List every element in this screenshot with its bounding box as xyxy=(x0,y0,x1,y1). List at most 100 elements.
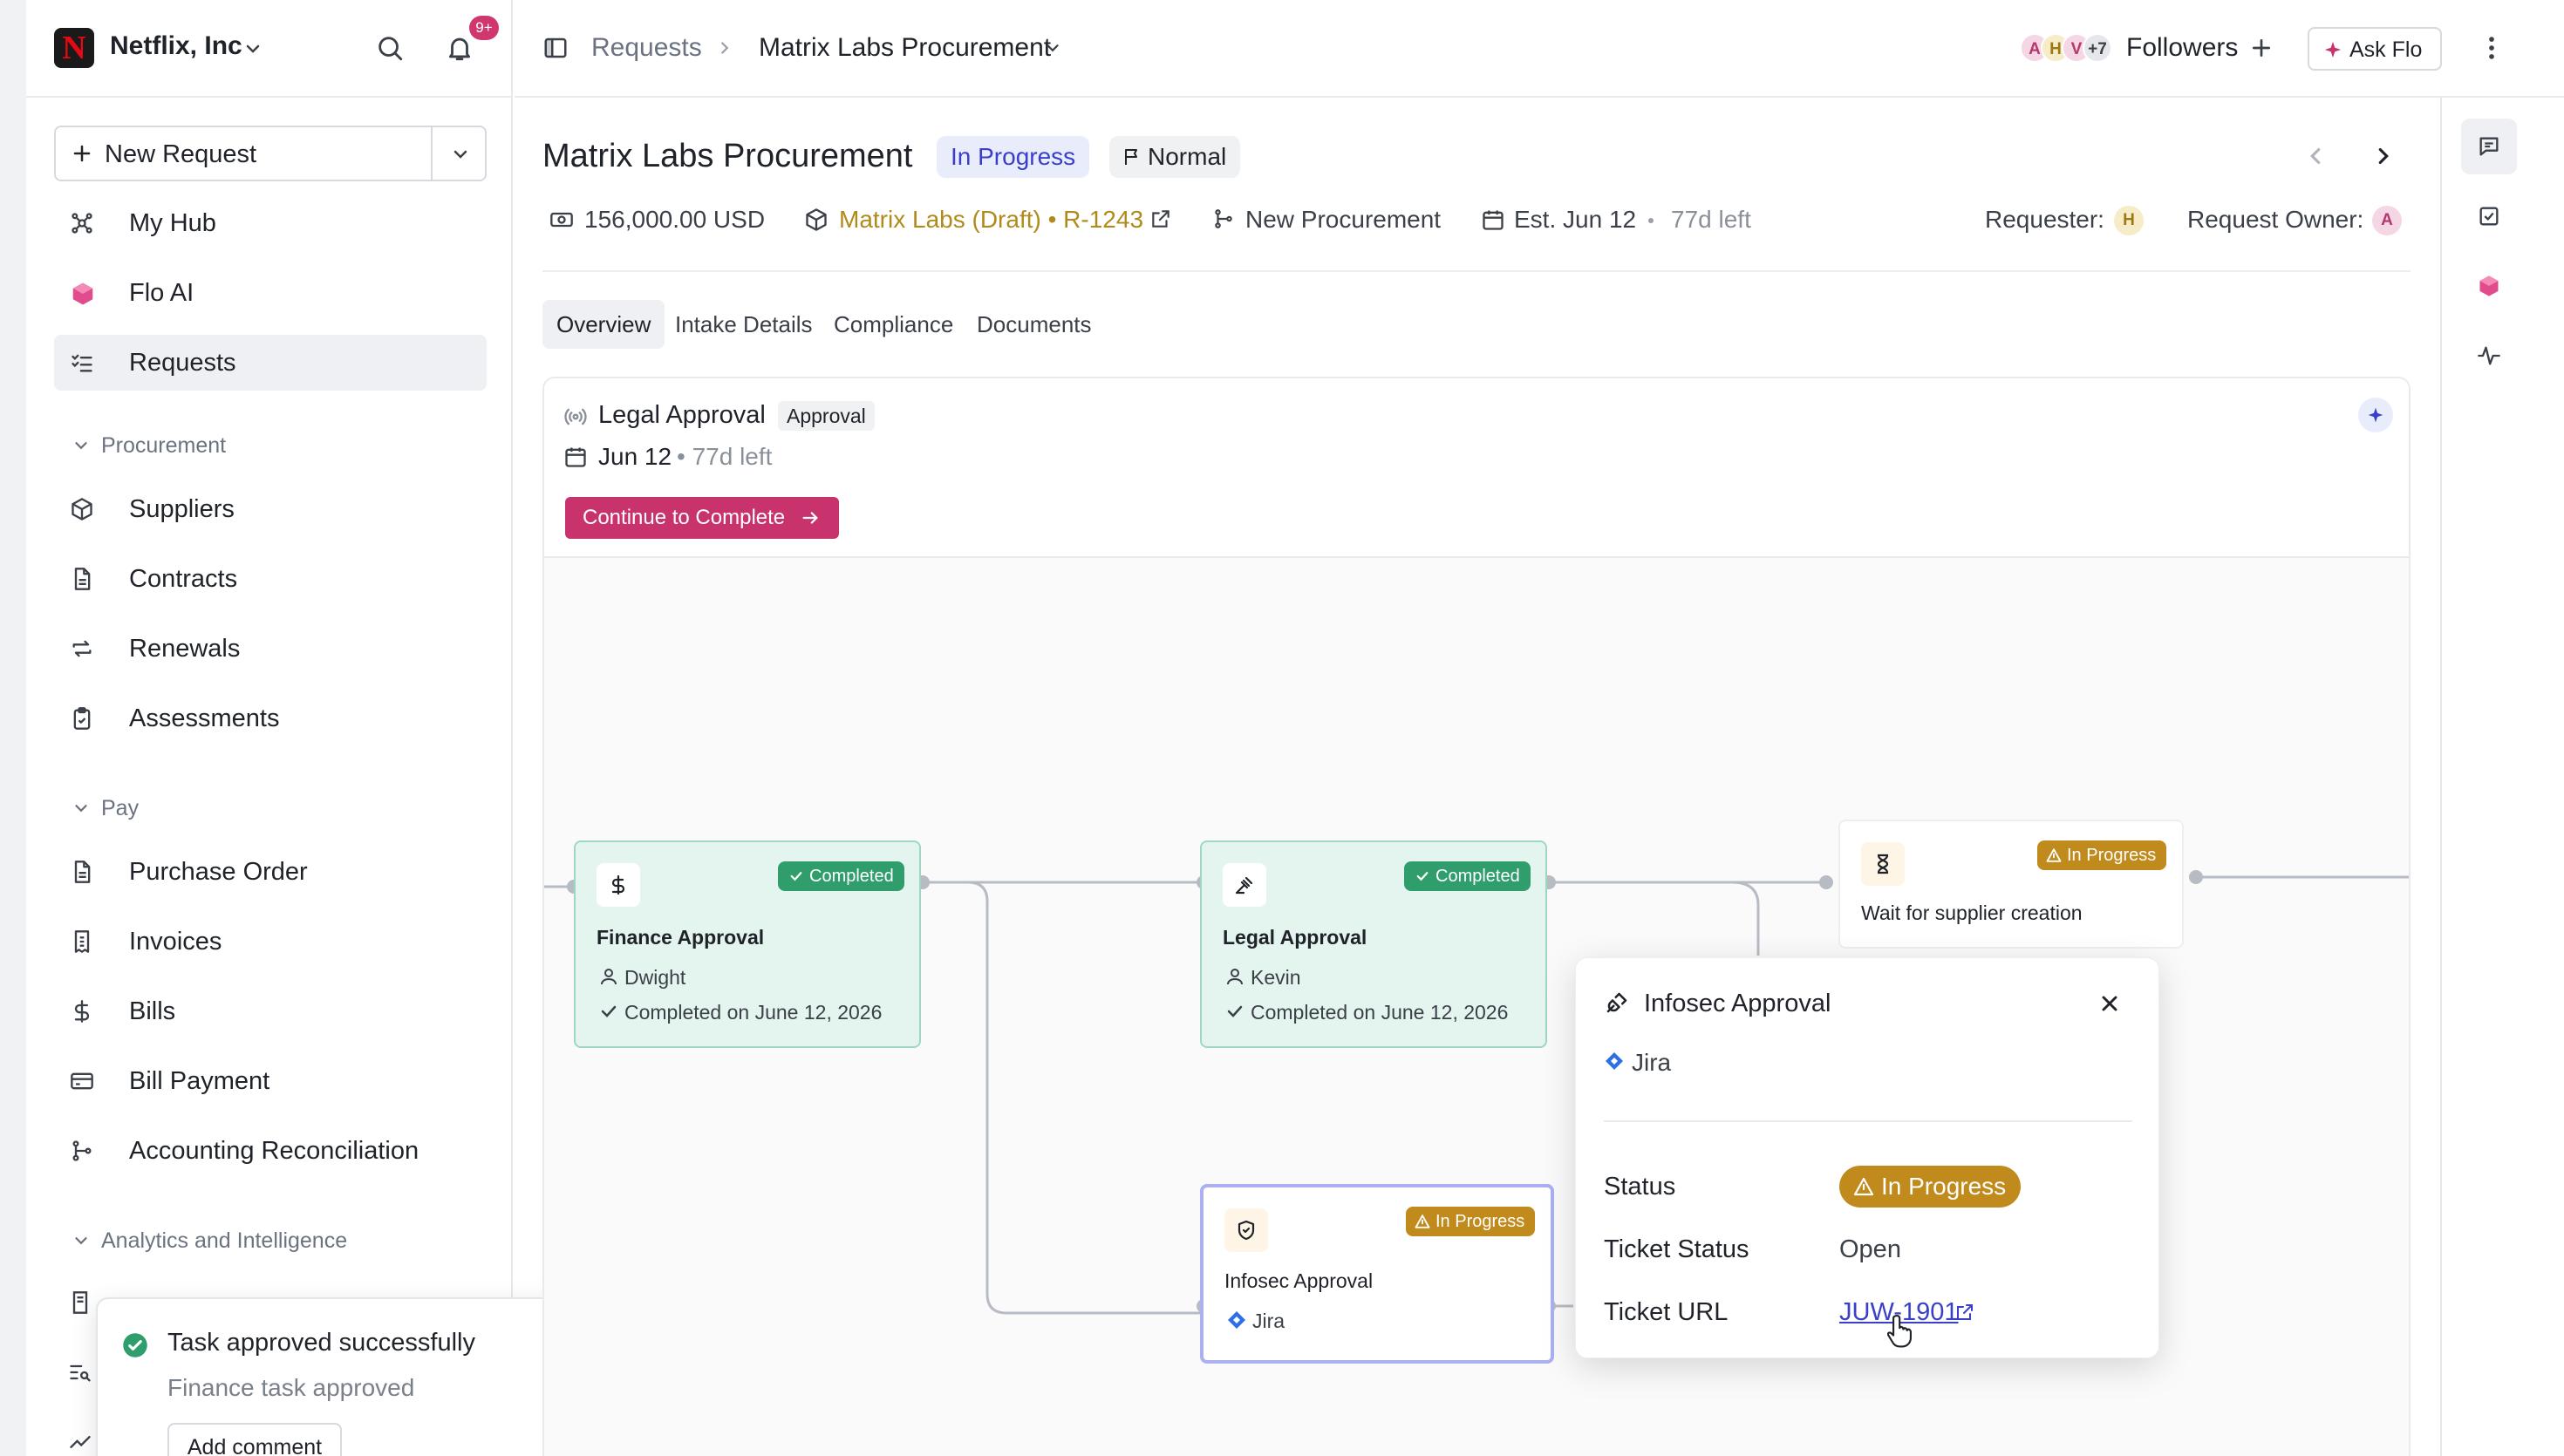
section-procurement[interactable]: Procurement xyxy=(101,433,226,459)
breadcrumb-current[interactable]: Matrix Labs Procurement xyxy=(759,33,1051,63)
toast-title: Task approved successfully xyxy=(167,1329,475,1357)
node-completed-date: Completed on June 12, 2026 xyxy=(624,1001,883,1024)
search-list-icon[interactable] xyxy=(68,1360,92,1385)
node-title: Finance Approval xyxy=(597,926,765,949)
add-follower-icon[interactable] xyxy=(2250,37,2273,59)
sidebar-item-purchase-order[interactable]: Purchase Order xyxy=(54,844,487,900)
status-badge: Completed xyxy=(1404,861,1531,891)
ticket-url-label: Ticket URL xyxy=(1604,1298,1729,1326)
sidebar-item-bill-payment[interactable]: Bill Payment xyxy=(54,1053,487,1109)
external-link-icon[interactable] xyxy=(1954,1302,1975,1323)
section-pay[interactable]: Pay xyxy=(101,796,139,821)
ticket-status-value: Open xyxy=(1839,1235,1901,1263)
check-icon xyxy=(788,868,804,884)
sidebar-item-label: Bill Payment xyxy=(129,1067,270,1095)
sidebar-item-flo-ai[interactable]: Flo AI xyxy=(54,265,487,321)
sidebar-item-my-hub[interactable]: My Hub xyxy=(54,195,487,251)
sidebar-toggle-icon[interactable] xyxy=(542,35,569,61)
sidebar-item-suppliers[interactable]: Suppliers xyxy=(54,481,487,537)
sidebar-item-assessments[interactable]: Assessments xyxy=(54,691,487,746)
trend-icon[interactable] xyxy=(68,1430,92,1454)
supplier-link[interactable]: Matrix Labs (Draft) • R-1243 xyxy=(839,206,1143,234)
credit-card-icon xyxy=(70,1069,94,1093)
sidebar-item-label: Invoices xyxy=(129,928,222,956)
sidebar-item-contracts[interactable]: Contracts xyxy=(54,551,487,607)
new-request-label: New Request xyxy=(105,140,257,168)
sidebar-item-invoices[interactable]: Invoices xyxy=(54,914,487,970)
followers-more[interactable]: +7 xyxy=(2083,33,2112,63)
tab-documents[interactable]: Documents xyxy=(963,300,1106,349)
rail-activity-button[interactable] xyxy=(2461,328,2517,384)
sidebar-item-label: Contracts xyxy=(129,565,238,593)
sidebar-item-accounting-reconciliation[interactable]: Accounting Reconciliation xyxy=(54,1123,487,1179)
node-source: Jira xyxy=(1252,1310,1285,1332)
followers-label[interactable]: Followers xyxy=(2126,33,2238,63)
requester-avatar[interactable]: H xyxy=(2114,206,2144,235)
flow-node-finance[interactable]: Completed Finance Approval Dwight Comple… xyxy=(574,840,921,1048)
check-icon xyxy=(1224,1001,1245,1022)
node-assignee: Dwight xyxy=(624,966,686,989)
new-request-button[interactable]: New Request xyxy=(54,126,487,181)
git-branch-icon xyxy=(1212,208,1235,230)
jira-icon xyxy=(1226,1310,1247,1330)
more-vertical-icon[interactable] xyxy=(2477,33,2506,63)
status-value: In Progress xyxy=(1881,1173,2007,1200)
rail-flo-button[interactable] xyxy=(2461,258,2517,314)
search-icon[interactable] xyxy=(375,33,405,63)
owner-avatar[interactable]: A xyxy=(2372,206,2402,235)
window-gutter xyxy=(0,0,26,1456)
hub-icon xyxy=(70,211,94,235)
sidebar-item-bills[interactable]: Bills xyxy=(54,983,487,1039)
sidebar-item-label: My Hub xyxy=(129,209,216,237)
sidebar-item-label: Accounting Reconciliation xyxy=(129,1137,419,1165)
chevron-left-icon[interactable] xyxy=(2302,143,2329,169)
sidebar-item-requests[interactable]: Requests xyxy=(54,335,487,391)
org-logo: N xyxy=(54,28,94,68)
breadcrumb-requests[interactable]: Requests xyxy=(591,33,702,63)
money-icon xyxy=(549,208,574,232)
ask-flo-button[interactable]: Ask Flo xyxy=(2308,27,2442,71)
flow-node-legal[interactable]: Completed Legal Approval Kevin Completed… xyxy=(1200,840,1547,1048)
sparkle-icon xyxy=(2323,40,2342,59)
rail-comments-button[interactable] xyxy=(2461,119,2517,174)
add-comment-button[interactable]: Add comment xyxy=(167,1423,342,1456)
chevron-down-icon[interactable] xyxy=(72,436,91,455)
sidebar-item-renewals[interactable]: Renewals xyxy=(54,621,487,677)
status-badge: In Progress xyxy=(1406,1207,1536,1236)
sidebar-item-label: Renewals xyxy=(129,635,241,663)
rail-tasks-button[interactable] xyxy=(2461,188,2517,244)
chevron-down-icon[interactable] xyxy=(1043,38,1062,58)
external-link-icon[interactable] xyxy=(1149,208,1172,230)
node-detail-popover: Infosec Approval Jira Status In Progress… xyxy=(1575,957,2159,1358)
chevron-down-icon[interactable] xyxy=(72,799,91,818)
chevron-down-icon[interactable] xyxy=(450,144,471,165)
priority-label: Normal xyxy=(1148,143,1227,170)
chevron-down-icon[interactable] xyxy=(72,1231,91,1250)
close-icon[interactable] xyxy=(2097,991,2122,1016)
box-icon xyxy=(804,208,829,232)
bell-icon[interactable] xyxy=(445,33,474,63)
section-analytics[interactable]: Analytics and Intelligence xyxy=(101,1228,347,1254)
report-icon[interactable] xyxy=(68,1290,92,1315)
badge-label: Completed xyxy=(809,867,894,886)
requester-label: Requester: xyxy=(1985,206,2104,233)
flow-node-wait-supplier[interactable]: In Progress Wait for supplier creation xyxy=(1838,820,2184,949)
chevron-down-icon[interactable] xyxy=(242,38,263,59)
activity-icon xyxy=(2477,344,2501,368)
tab-compliance[interactable]: Compliance xyxy=(820,300,967,349)
git-branch-icon xyxy=(70,1139,94,1163)
popover-title: Infosec Approval xyxy=(1644,990,1831,1017)
tab-intake-details[interactable]: Intake Details xyxy=(661,300,827,349)
sidebar: N Netflix, Inc 9+ New Request My Hub Flo… xyxy=(26,0,513,1456)
chevron-right-icon[interactable] xyxy=(2370,143,2397,169)
status-badge[interactable]: In Progress xyxy=(937,136,1090,178)
flow-node-infosec[interactable]: In Progress Infosec Approval Jira xyxy=(1200,1184,1554,1364)
flo-ai-icon xyxy=(2477,274,2501,298)
org-name[interactable]: Netflix, Inc xyxy=(110,31,242,61)
user-icon xyxy=(1224,966,1245,987)
status-badge: In Progress xyxy=(2037,840,2167,870)
priority-badge[interactable]: Normal xyxy=(1109,136,1241,178)
amount: 156,000.00 USD xyxy=(584,206,766,233)
warning-icon xyxy=(1853,1176,1874,1197)
tab-overview[interactable]: Overview xyxy=(542,300,665,349)
